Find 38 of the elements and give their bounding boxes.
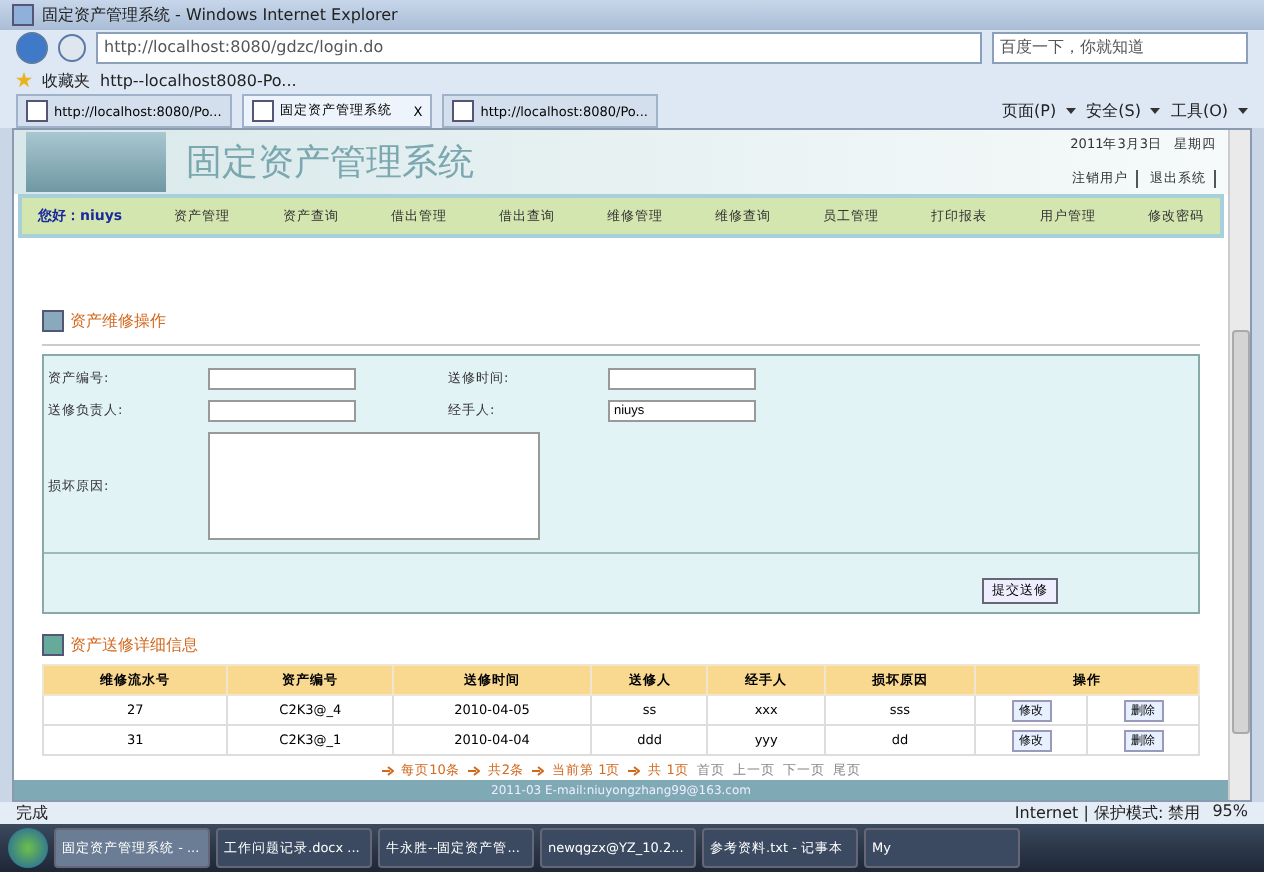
forward-icon[interactable] — [58, 33, 86, 62]
arrow-icon — [381, 766, 394, 777]
window-title: 固定资产管理系统 - Windows Internet Explorer — [42, 3, 398, 26]
caret-icon[interactable] — [1238, 108, 1248, 115]
start-button[interactable] — [8, 828, 48, 869]
table-icon — [42, 634, 64, 657]
page-icon — [12, 3, 34, 26]
star-icon — [16, 72, 32, 89]
zoom-level[interactable]: 95% — [1212, 802, 1248, 825]
back-icon[interactable] — [16, 31, 48, 64]
scroll-thumb[interactable] — [1231, 330, 1249, 735]
page-icon — [26, 100, 48, 123]
page-icon — [251, 100, 274, 123]
input-field[interactable] — [208, 400, 356, 423]
favorite-link[interactable]: http--localhost8080-Po... — [100, 71, 297, 90]
zone-text: Internet | 保护模式: 禁用 — [1014, 802, 1201, 825]
scrollbar[interactable] — [1228, 130, 1250, 801]
site-title: 固定资产管理系统 — [186, 140, 476, 187]
caret-icon[interactable] — [1066, 108, 1077, 115]
section-title: 资产送修详细信息 — [70, 634, 198, 657]
photo-placeholder — [26, 132, 166, 193]
command-menu[interactable]: 安全(S) — [1086, 100, 1141, 123]
status-text: 完成 — [16, 802, 48, 825]
section-title: 资产维修操作 — [70, 310, 166, 333]
arrow-icon — [532, 766, 544, 777]
text-area[interactable] — [208, 432, 540, 541]
caret-icon[interactable] — [1150, 108, 1161, 115]
command-menu[interactable]: 页面(P) — [1002, 100, 1057, 123]
arrow-icon — [467, 766, 480, 777]
input-field[interactable] — [208, 368, 356, 391]
favorites-button[interactable]: 收藏夹 — [42, 69, 90, 92]
address-field[interactable]: http://localhost:8080/gdzc/login.do — [96, 31, 982, 64]
page-icon — [452, 100, 475, 123]
input-field[interactable] — [608, 368, 756, 391]
form-icon — [42, 310, 64, 333]
search-field[interactable]: 百度一下，你就知道 — [992, 31, 1248, 64]
command-menu[interactable]: 工具(O) — [1170, 100, 1228, 123]
arrow-icon — [628, 766, 641, 777]
